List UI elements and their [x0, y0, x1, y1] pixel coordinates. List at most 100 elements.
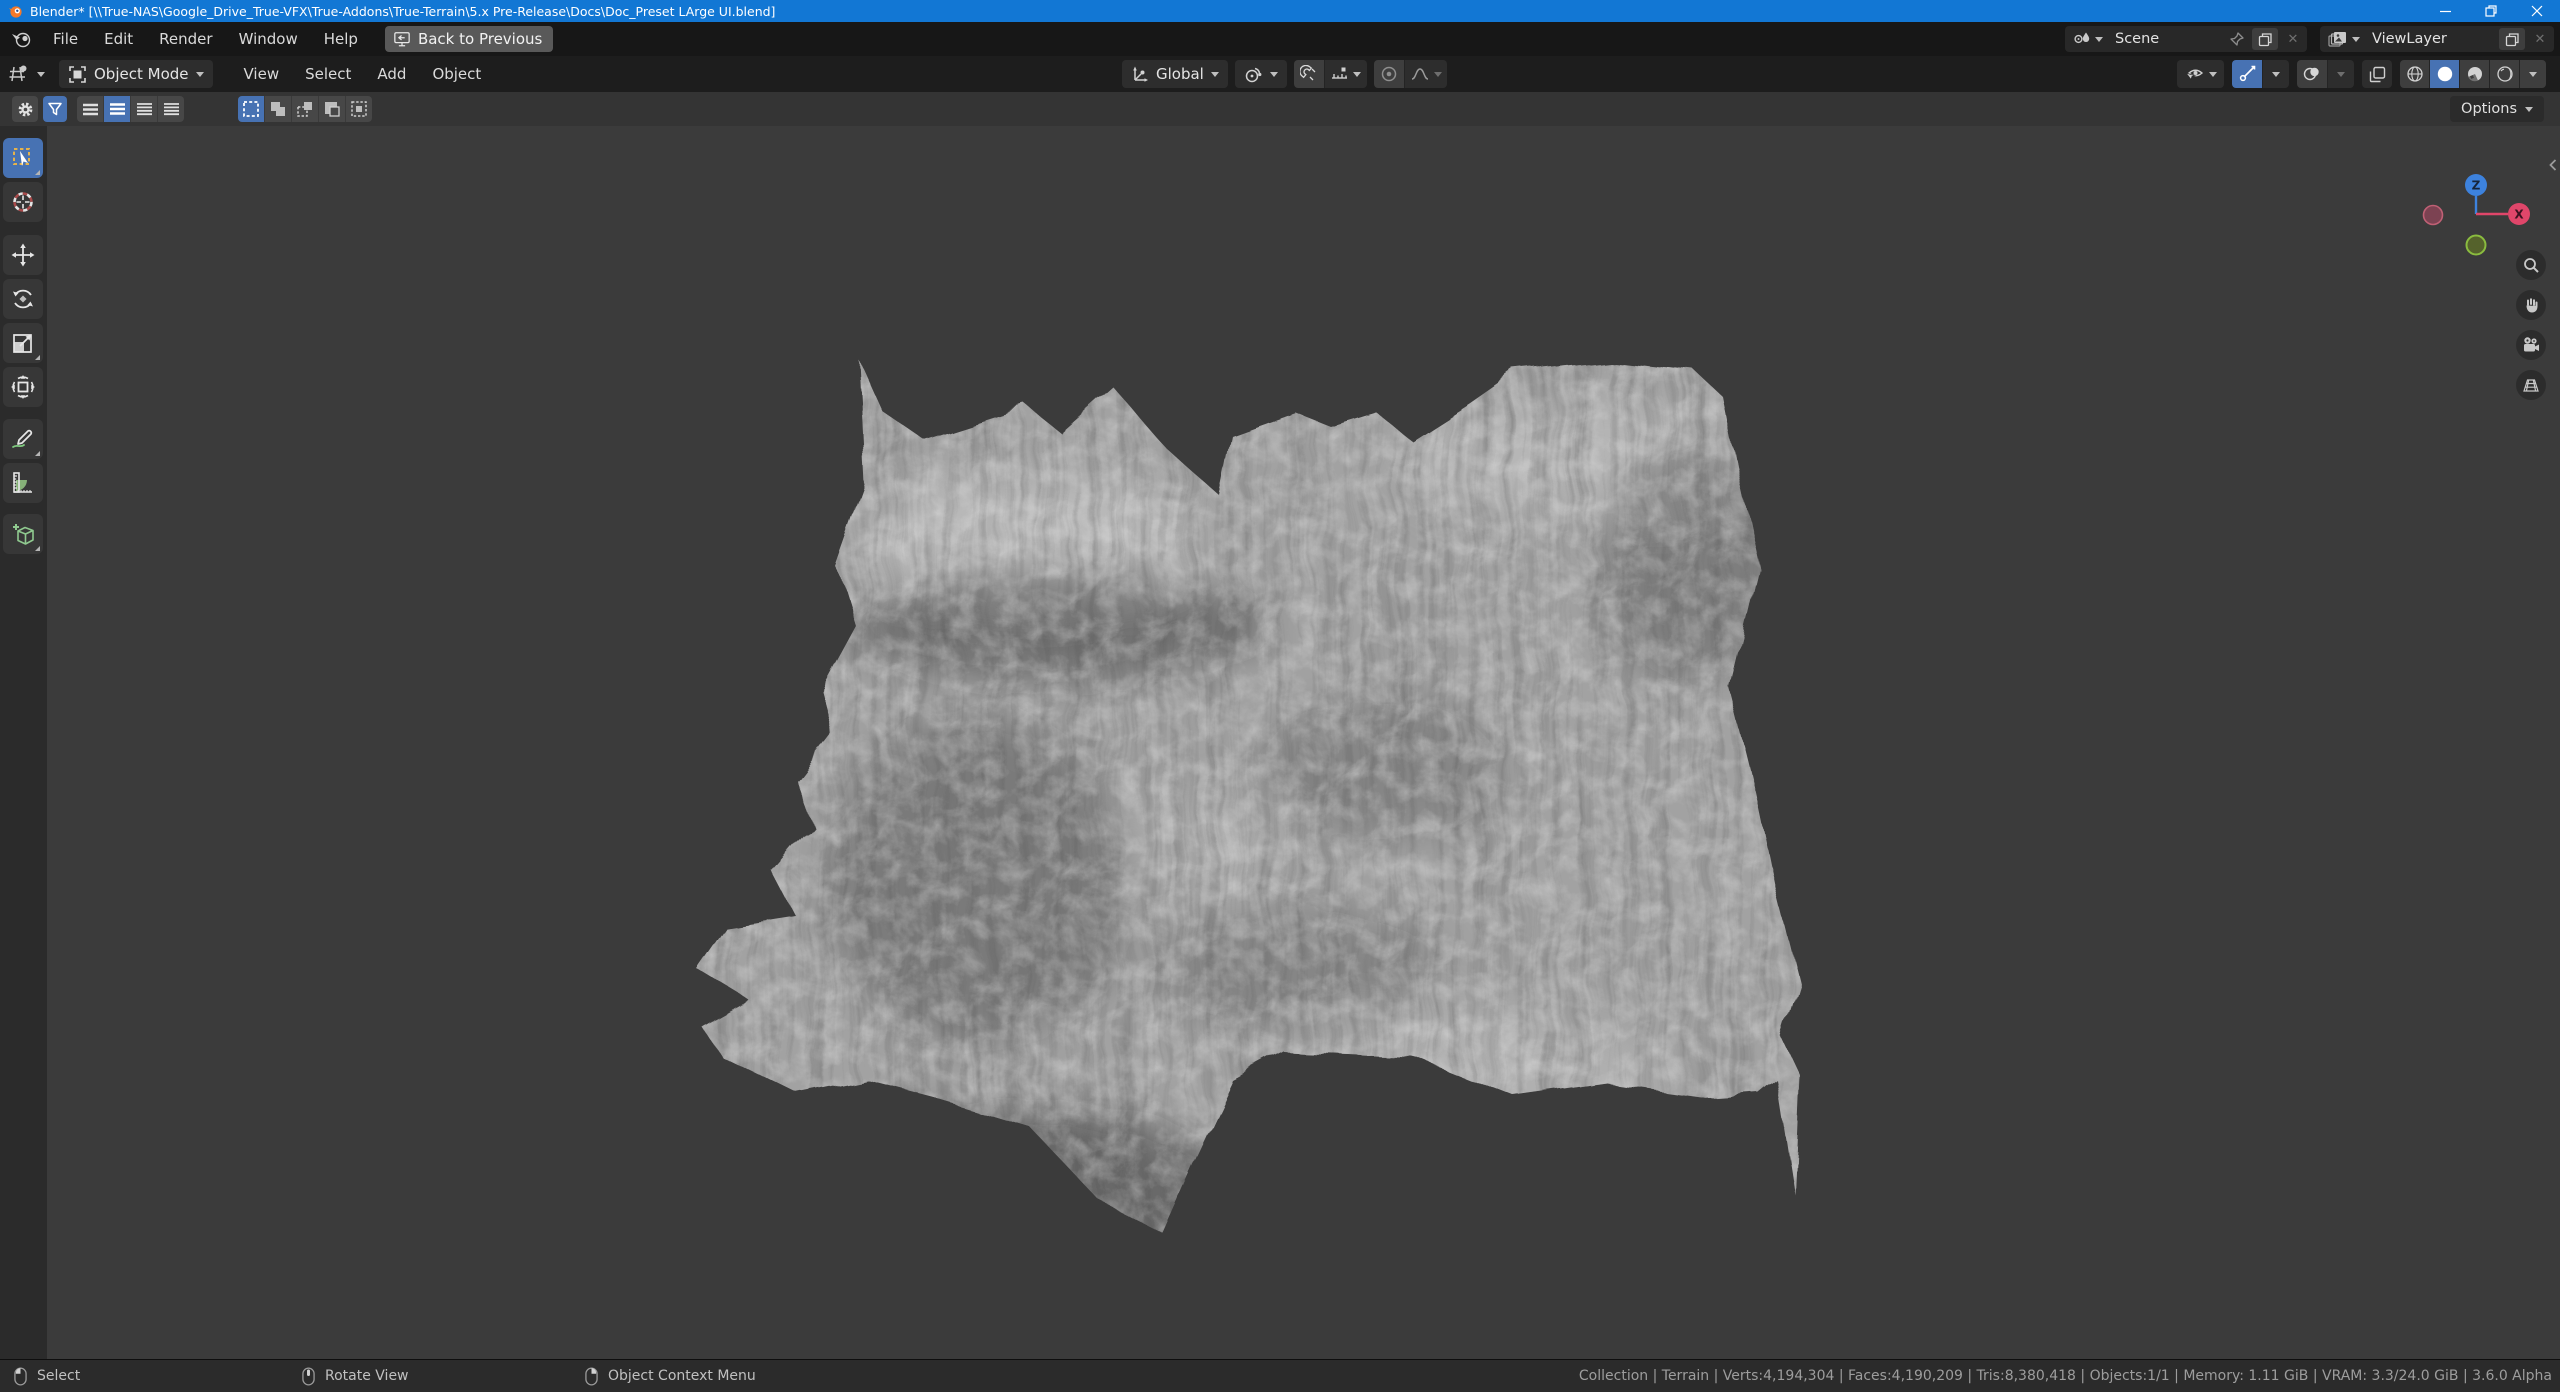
object-visibility-dropdown[interactable] — [2177, 60, 2224, 88]
pivot-point-dropdown[interactable] — [1235, 60, 1287, 88]
xray-toggle[interactable] — [2362, 60, 2392, 88]
gizmos-group — [2232, 60, 2289, 88]
chevron-down-icon — [2525, 107, 2533, 112]
sidebar-expand-button[interactable] — [2546, 152, 2560, 178]
tool-move-button[interactable] — [3, 235, 43, 275]
rendered-sphere-icon — [2496, 65, 2514, 83]
back-to-previous-label: Back to Previous — [418, 30, 542, 48]
camera-icon — [2521, 336, 2541, 354]
options-dropdown[interactable]: Options — [2450, 96, 2544, 122]
tweak-mode-4-button[interactable] — [158, 96, 184, 122]
terrain-mesh-object[interactable] — [680, 320, 1840, 1240]
transform-orientation-dropdown[interactable]: Global — [1122, 60, 1228, 88]
overlays-settings-dropdown[interactable] — [2327, 60, 2354, 88]
proportional-edit-toggle[interactable] — [1374, 60, 1404, 88]
filter-button[interactable] — [43, 96, 67, 122]
scene-statistics: Collection | Terrain | Verts:4,194,304 |… — [1579, 1360, 2552, 1392]
select-box-icon — [11, 146, 35, 170]
transform-icon — [10, 374, 36, 400]
scene-name[interactable]: Scene — [2107, 31, 2223, 47]
lines-icon — [82, 102, 99, 116]
menu-object[interactable]: Object — [419, 65, 494, 83]
select-new-icon — [242, 100, 260, 118]
pan-view-button[interactable] — [2516, 290, 2546, 320]
shading-material-button[interactable] — [2459, 60, 2489, 88]
scene-browse-button[interactable] — [2065, 31, 2107, 47]
shading-wireframe-button[interactable] — [2400, 60, 2429, 88]
show-gizmo-toggle[interactable] — [2232, 60, 2262, 88]
select-extend-button[interactable] — [265, 96, 292, 122]
menu-help[interactable]: Help — [311, 30, 371, 48]
tool-rotate-button[interactable] — [3, 279, 43, 319]
chevron-down-icon — [2272, 72, 2280, 77]
scene-selector[interactable]: Scene ✕ — [2065, 26, 2307, 52]
tool-transform-button[interactable] — [3, 367, 43, 407]
toggle-ortho-button[interactable] — [2516, 370, 2546, 400]
viewlayer-selector[interactable]: ViewLayer ✕ — [2320, 26, 2554, 52]
tool-settings-button[interactable] — [12, 96, 38, 122]
editor-type-button[interactable] — [0, 64, 53, 84]
viewport-3d[interactable]: Z X — [0, 126, 2560, 1360]
select-set-button[interactable] — [238, 96, 265, 122]
snapping-group — [1294, 60, 1367, 88]
close-icon — [2531, 5, 2543, 17]
menu-select[interactable]: Select — [292, 65, 364, 83]
viewlayer-name[interactable]: ViewLayer — [2364, 31, 2498, 47]
chevron-down-icon — [2209, 72, 2217, 77]
close-button[interactable] — [2514, 0, 2560, 22]
select-intersect-icon — [350, 100, 368, 118]
tool-cursor-button[interactable] — [3, 182, 43, 222]
menu-window[interactable]: Window — [226, 30, 311, 48]
blender-window: Blender* [\\True-NAS\Google_Drive_True-V… — [0, 0, 2560, 1392]
tweak-mode-2-button[interactable] — [104, 96, 131, 122]
blender-menu-button[interactable] — [0, 30, 40, 48]
menu-edit[interactable]: Edit — [91, 30, 146, 48]
orientation-label: Global — [1156, 65, 1204, 83]
tool-measure-button[interactable] — [3, 463, 43, 503]
scale-icon — [10, 330, 36, 356]
navigation-gizmo[interactable]: Z X — [2412, 148, 2532, 258]
scene-pin-button[interactable] — [2224, 28, 2250, 50]
viewlayer-browse-button[interactable] — [2320, 31, 2364, 48]
minimize-button[interactable] — [2422, 0, 2468, 22]
snap-toggle-button[interactable] — [1294, 60, 1324, 88]
mode-dropdown[interactable]: Object Mode — [59, 60, 213, 88]
select-subtract-button[interactable] — [292, 96, 319, 122]
select-invert-button[interactable] — [319, 96, 346, 122]
viewlayer-remove-button[interactable]: ✕ — [2527, 28, 2553, 50]
back-to-previous-button[interactable]: Back to Previous — [385, 26, 553, 52]
scene-new-button[interactable] — [2252, 28, 2278, 50]
restore-button[interactable] — [2468, 0, 2514, 22]
overlays-group — [2297, 60, 2354, 88]
proportional-falloff-dropdown[interactable] — [1404, 60, 1447, 88]
menu-file[interactable]: File — [40, 30, 91, 48]
shading-settings-dropdown[interactable] — [2519, 60, 2546, 88]
window-controls — [2422, 0, 2560, 22]
scene-unlink-button[interactable]: ✕ — [2280, 28, 2306, 50]
tool-annotate-button[interactable] — [3, 419, 43, 459]
menu-add[interactable]: Add — [364, 65, 419, 83]
funnel-icon — [47, 101, 63, 117]
show-overlays-toggle[interactable] — [2297, 60, 2327, 88]
tool-select-box-button[interactable] — [3, 138, 43, 178]
tweak-mode-1-button[interactable] — [77, 96, 104, 122]
magnet-icon — [1300, 65, 1318, 83]
menu-render[interactable]: Render — [146, 30, 225, 48]
shading-rendered-button[interactable] — [2489, 60, 2519, 88]
tool-add-cube-button[interactable] — [3, 514, 43, 554]
gizmo-x-neg-axis[interactable] — [2424, 206, 2443, 225]
zoom-view-button[interactable] — [2516, 250, 2546, 280]
select-intersect-button[interactable] — [346, 96, 372, 122]
menu-view[interactable]: View — [231, 65, 293, 83]
tool-scale-button[interactable] — [3, 323, 43, 363]
gizmo-settings-dropdown[interactable] — [2262, 60, 2289, 88]
tweak-mode-3-button[interactable] — [131, 96, 158, 122]
snap-settings-dropdown[interactable] — [1324, 60, 1367, 88]
viewlayer-new-button[interactable] — [2499, 28, 2525, 50]
back-screen-icon — [393, 31, 411, 48]
duplicate-icon — [2505, 32, 2520, 47]
shading-solid-button[interactable] — [2429, 60, 2459, 88]
camera-view-button[interactable] — [2516, 330, 2546, 360]
pin-icon — [2229, 31, 2245, 47]
gizmo-y-neg-axis[interactable] — [2467, 236, 2486, 255]
